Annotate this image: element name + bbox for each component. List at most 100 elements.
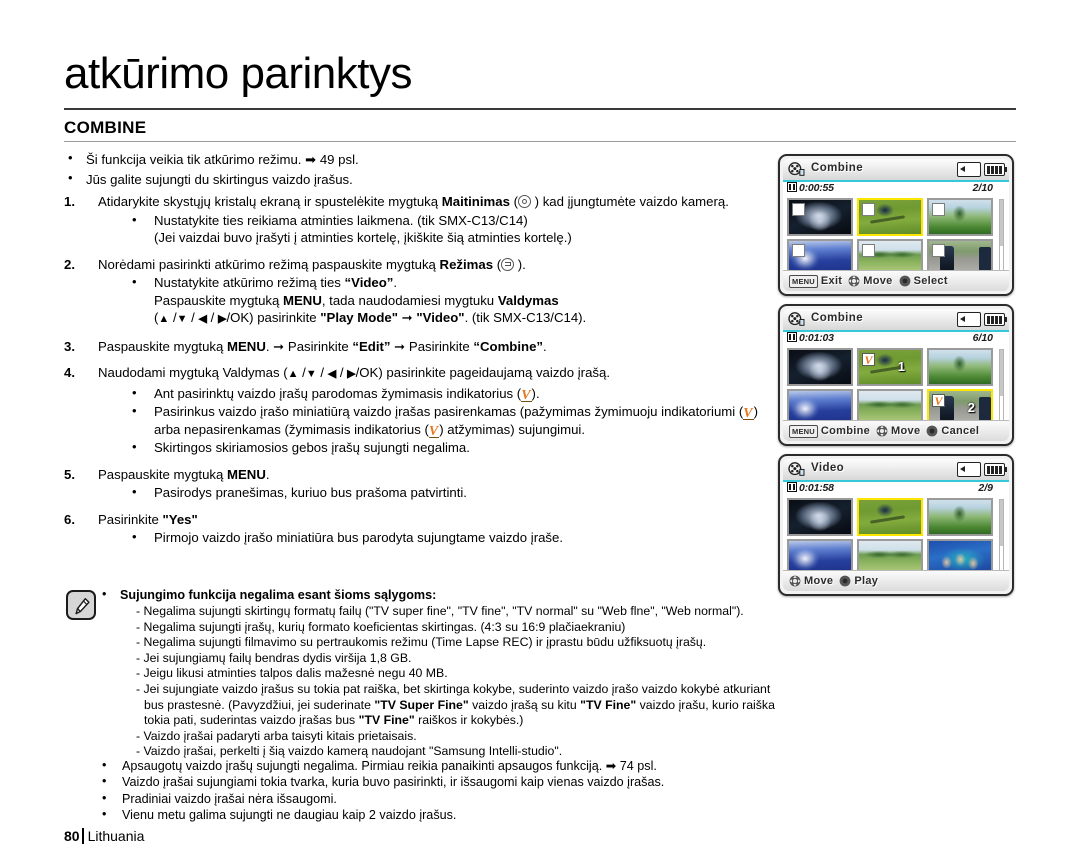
lcd-status-icons bbox=[957, 312, 1007, 327]
list-item: • Pasirinkus vaizdo įrašo miniatiūrą vai… bbox=[98, 403, 764, 438]
step-2-sub-2c: , tada naudodamiesi mygtuku bbox=[321, 292, 498, 308]
tail-bullet-0: Apsaugotų vaizdo įrašų sujungti negalima… bbox=[122, 759, 657, 773]
tail-bullet-1: Vaizdo įrašai sujungiami tokia tvarka, k… bbox=[122, 775, 665, 790]
step-1-sub-1: Nustatykite ties reikiama atminties laik… bbox=[154, 212, 528, 228]
dpad-icon[interactable] bbox=[789, 575, 801, 587]
lcd-scrollbar[interactable] bbox=[999, 349, 1004, 425]
video-thumbnail[interactable] bbox=[927, 348, 993, 386]
menu-button-label: MENU bbox=[227, 338, 266, 354]
section-divider bbox=[64, 141, 1016, 142]
note-long-b5: vaizdo įrašu, kurio raiška bbox=[636, 697, 775, 712]
lcd-softkey[interactable]: Cancel bbox=[920, 425, 979, 437]
lcd-duration: 0:00:55 bbox=[787, 182, 834, 194]
note-long-b1: bus prastesnė. (Pavyzdžiui, jei suderina… bbox=[144, 697, 375, 712]
step-4: 4. Naudodami mygtuką Valdymas (▲ /▼ / ◀ … bbox=[64, 364, 764, 457]
dpad-icon[interactable] bbox=[848, 275, 860, 287]
video-thumbnail[interactable] bbox=[927, 198, 993, 236]
scrollbar-thumb[interactable] bbox=[1000, 350, 1003, 396]
note-heading: • Sujungimo funkcija negalima esant šiom… bbox=[102, 587, 437, 602]
step-2-bold: Režimas bbox=[439, 256, 494, 272]
video-thumbnail[interactable] bbox=[857, 498, 923, 536]
bullet-dot: • bbox=[102, 807, 107, 822]
ok-button-icon[interactable] bbox=[839, 575, 851, 587]
step-3-text-c: ➞ Pasirinkite bbox=[390, 338, 474, 354]
thumb-checkbox-checked[interactable]: V bbox=[862, 353, 875, 366]
thumb-checkbox[interactable] bbox=[792, 244, 805, 257]
check-indicator-icon: V bbox=[864, 352, 873, 367]
ok-button-icon[interactable] bbox=[926, 425, 938, 437]
arrow-down-icon: ▼ bbox=[305, 368, 317, 380]
step-2-text-a: Norėdami pasirinkti atkūrimo režimą pasp… bbox=[98, 256, 440, 272]
bullet-dot: • bbox=[68, 150, 73, 165]
thumb-checkbox[interactable] bbox=[862, 203, 875, 216]
lcd-softkey-label: Move bbox=[891, 425, 921, 437]
film-reel-icon bbox=[788, 312, 805, 327]
thumb-checkbox[interactable] bbox=[792, 203, 805, 216]
step-2-sub-2a: Paspauskite mygtuką bbox=[154, 292, 284, 308]
thumb-checkbox-checked[interactable]: V bbox=[932, 394, 945, 407]
arrow-left-icon: ◀ bbox=[198, 313, 207, 325]
step-2-sub-1c: . bbox=[393, 275, 398, 290]
tv-fine-value: "TV Fine" bbox=[580, 697, 637, 712]
lcd-duration: 0:01:58 bbox=[787, 482, 834, 494]
lcd-softkey-label: Cancel bbox=[941, 425, 980, 437]
tape-icon bbox=[787, 482, 797, 492]
note-long-line-b: bus prastesnė. (Pavyzdžiui, jei suderina… bbox=[136, 698, 1016, 714]
lcd-infobar: 0:01:58 2/9 bbox=[783, 482, 1009, 497]
video-thumbnail[interactable] bbox=[927, 498, 993, 536]
film-reel-icon bbox=[788, 162, 805, 177]
check-indicator-icon: V bbox=[428, 423, 440, 439]
video-thumbnail[interactable]: V1 bbox=[857, 348, 923, 386]
thumbnail-grid bbox=[783, 497, 1009, 577]
lcd-infobar: 0:00:55 2/10 bbox=[783, 182, 1009, 197]
combine-menu-value: “Combine” bbox=[473, 338, 543, 354]
video-thumbnail[interactable] bbox=[857, 198, 923, 236]
lcd-softkey-bar: MENU Exit Move Select bbox=[783, 270, 1009, 291]
menu-chip[interactable]: MENU bbox=[789, 424, 818, 438]
battery-icon bbox=[984, 463, 1007, 476]
dpad-icon[interactable] bbox=[876, 425, 888, 437]
lcd-inner: Combine 0:00:55 2/10 MENU Exit Move Select bbox=[783, 159, 1009, 291]
thumb-checkbox[interactable] bbox=[932, 203, 945, 216]
thumbnail-grid: V1V2 bbox=[783, 347, 1009, 427]
thumb-checkbox[interactable] bbox=[932, 244, 945, 257]
tv-fine-value: "TV Fine" bbox=[358, 713, 415, 728]
step-4-sub-1a: Ant pasirinktų vaizdo įrašų parodomas žy… bbox=[154, 385, 522, 401]
scrollbar-thumb[interactable] bbox=[1000, 200, 1003, 246]
lcd-softkey[interactable]: Move bbox=[842, 275, 892, 287]
note-line-1: - Negalima sujungti įrašų, kurių formato… bbox=[136, 619, 626, 634]
lcd-softkey[interactable]: Move bbox=[870, 425, 920, 437]
check-indicator-icon: V bbox=[521, 387, 532, 403]
lcd-status-icons bbox=[957, 162, 1007, 177]
arrow-right-icon: ▶ bbox=[347, 368, 356, 380]
list-item: • Pirmojo vaizdo įrašo miniatiūra bus pa… bbox=[98, 529, 764, 547]
bullet-dot: • bbox=[132, 274, 137, 289]
note-heading-text: Sujungimo funkcija negalima esant šioms … bbox=[120, 588, 437, 602]
lcd-softkey[interactable]: Play bbox=[833, 575, 878, 587]
video-thumbnail[interactable] bbox=[787, 348, 853, 386]
bullet-dot: • bbox=[102, 790, 107, 805]
step-2-sub-3: (▲ /▼ / ◀ / ▶/OK) pasirinkite "Play Mode… bbox=[154, 310, 587, 325]
lcd-scrollbar[interactable] bbox=[999, 199, 1004, 275]
lcd-infobar: 0:01:03 6/10 bbox=[783, 332, 1009, 347]
video-thumbnail[interactable] bbox=[787, 498, 853, 536]
step-3-text-b: . ➞ Pasirinkite bbox=[265, 338, 353, 354]
lcd-scrollbar[interactable] bbox=[999, 499, 1004, 575]
video-thumbnail[interactable] bbox=[787, 198, 853, 236]
lcd-softkey[interactable]: Move bbox=[783, 575, 833, 587]
ok-button-icon[interactable] bbox=[899, 275, 911, 287]
scrollbar-thumb[interactable] bbox=[1000, 500, 1003, 546]
note-long-b3: vaizdo įrašą su kitu bbox=[468, 697, 581, 712]
thumb-checkbox[interactable] bbox=[862, 244, 875, 257]
title-divider bbox=[64, 108, 1016, 110]
control-button-label: Valdymas bbox=[497, 292, 559, 308]
lcd-counter: 2/9 bbox=[978, 482, 993, 494]
menu-chip[interactable]: MENU bbox=[789, 274, 818, 288]
tape-icon bbox=[787, 332, 797, 342]
lcd-softkey[interactable]: MENU Exit bbox=[783, 274, 842, 288]
lcd-softkey[interactable]: MENU Combine bbox=[783, 424, 870, 438]
bullet-dot: • bbox=[102, 758, 107, 772]
film-reel-icon bbox=[788, 462, 805, 477]
step-number: 1. bbox=[64, 194, 75, 209]
lcd-softkey[interactable]: Select bbox=[893, 275, 948, 287]
